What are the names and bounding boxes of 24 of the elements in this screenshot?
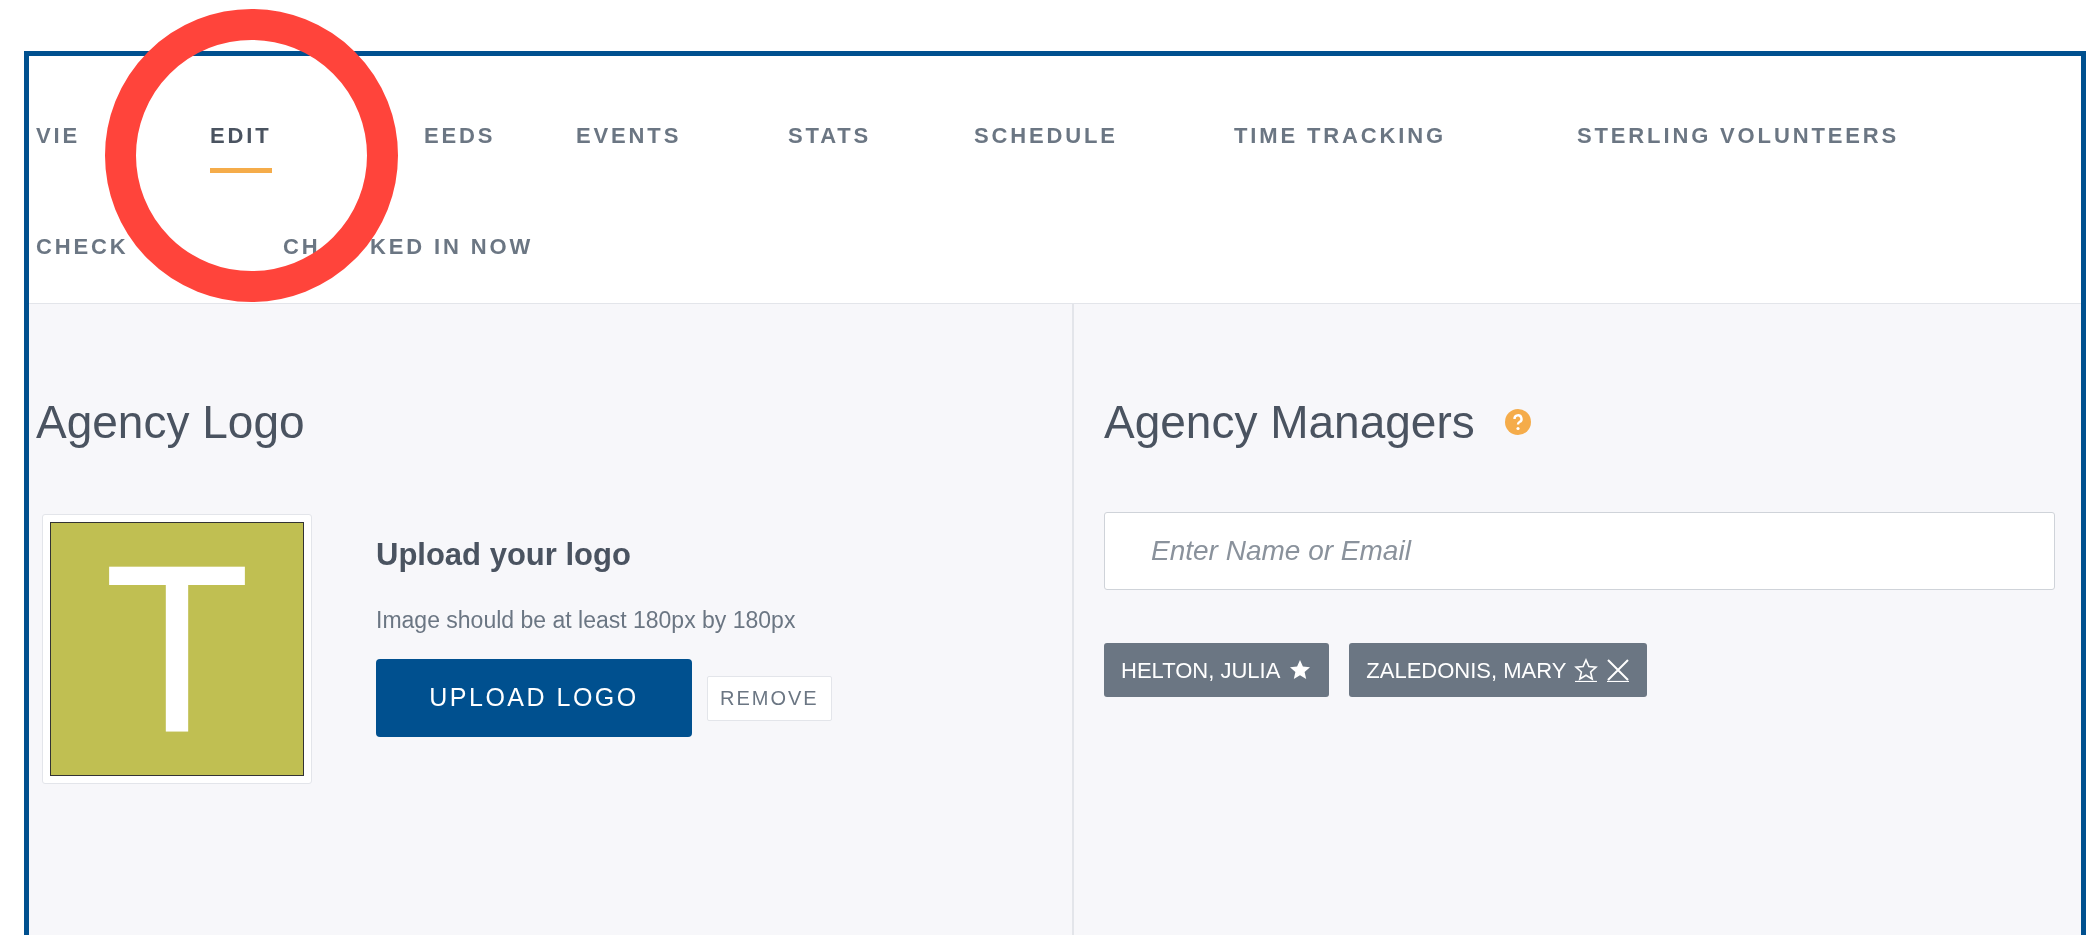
- manager-name: HELTON, JULIA: [1121, 656, 1281, 685]
- upload-heading: Upload your logo: [376, 536, 632, 574]
- remove-button[interactable]: REMOVE: [707, 675, 832, 721]
- star-icon[interactable]: [1574, 658, 1599, 682]
- upload-logo-button[interactable]: UPLOAD LOGO: [376, 659, 692, 737]
- tab[interactable]: STATS: [788, 123, 872, 173]
- close-icon[interactable]: [1606, 658, 1631, 682]
- tab[interactable]: TIME TRACKING: [1234, 123, 1446, 173]
- section-title: Agency Managers: [1104, 395, 1475, 450]
- hint-text: Image should be at least 180px by 180px: [376, 605, 797, 635]
- star-icon[interactable]: [1288, 658, 1313, 682]
- tab[interactable]: STERLING VOLUNTEERS: [1577, 123, 1900, 173]
- tab[interactable]: VIE: [36, 123, 81, 173]
- tab[interactable]: CH: [283, 234, 321, 284]
- tab[interactable]: EVENTS: [576, 123, 682, 173]
- manager-name: ZALEDONIS, MARY: [1366, 656, 1567, 685]
- tab[interactable]: EDIT: [210, 123, 272, 173]
- section-title: Agency Logo: [36, 395, 306, 450]
- tab[interactable]: EEDS: [424, 123, 496, 173]
- tab[interactable]: KED IN NOW: [370, 234, 534, 284]
- tab[interactable]: SCHEDULE: [974, 123, 1118, 173]
- logo-letter: T: [103, 529, 251, 769]
- search-field[interactable]: Enter Name or Email: [1104, 512, 2055, 590]
- tab[interactable]: CHECK: [36, 234, 129, 284]
